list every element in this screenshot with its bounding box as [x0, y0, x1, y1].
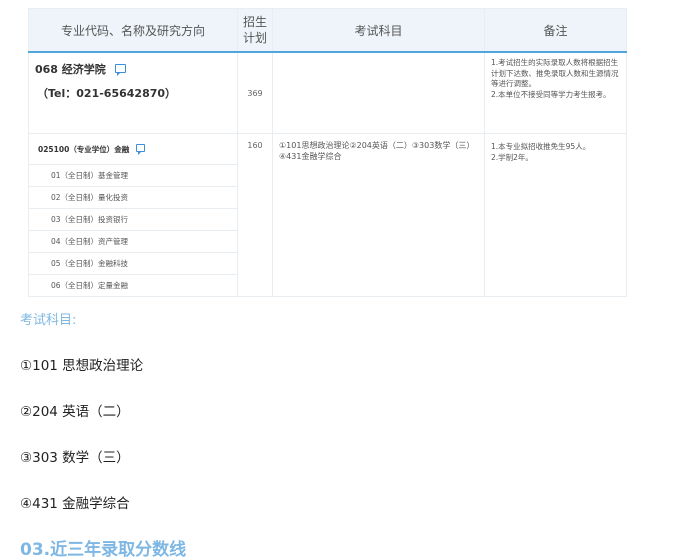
exam-subjects-label: 考试科目: [20, 313, 77, 328]
direction-item: 03（全日制）投资银行 [29, 209, 237, 231]
direction-item: 05（全日制）金融科技 [29, 253, 237, 275]
major-subjects-line2: ④431金融学综合 [279, 152, 342, 161]
dept-cell: 068 经济学院 （Tel：021-65642870） [28, 51, 238, 134]
major-subjects-line1: ①101思想政治理论②204英语（二）③303数学（三） [279, 141, 475, 150]
major-note-1: 1.本专业拟招收推免生95人。 [491, 142, 591, 151]
major-plan: 160 [237, 133, 273, 297]
dept-name-row: 068 经济学院 [35, 61, 237, 77]
header-subjects: 考试科目 [272, 8, 485, 53]
header-plan-line2: 计划 [242, 31, 267, 45]
chat-bubble-icon[interactable] [114, 63, 126, 76]
exam-item: ②204 英语（二） [20, 404, 130, 420]
table-row-dept: 068 经济学院 （Tel：021-65642870） 369 1.考试招生的实… [28, 51, 627, 134]
dept-notes: 1.考试招生的实际录取人数将根据招生计划下达数、推免录取人数和生源情况等进行调整… [484, 51, 627, 134]
table-header-row: 专业代码、名称及研究方向 招生 计划 考试科目 备注 [28, 8, 627, 53]
exam-item: ③303 数学（三） [20, 450, 130, 466]
major-notes: 1.本专业拟招收推免生95人。 2.学制2年。 [484, 133, 627, 297]
dept-note-2: 2.本单位不接受同等学力考生报考。 [491, 89, 611, 99]
direction-item: 02（全日制）量化投资 [29, 187, 237, 209]
dept-note-1: 1.考试招生的实际录取人数将根据招生计划下达数、推免录取人数和生源情况等进行调整… [491, 58, 619, 88]
header-plan-line1: 招生 [242, 15, 267, 29]
direction-item: 04（全日制）资产管理 [29, 231, 237, 253]
direction-item: 06（全日制）定量金融 [51, 281, 129, 290]
header-plan: 招生 计划 [237, 8, 273, 53]
dept-name: 068 经济学院 [35, 63, 106, 76]
major-subjects: ①101思想政治理论②204英语（二）③303数学（三） ④431金融学综合 [272, 133, 485, 297]
header-major: 专业代码、名称及研究方向 [28, 8, 238, 53]
chat-bubble-icon[interactable] [136, 144, 146, 155]
section-title: 03.近三年录取分数线 [20, 540, 187, 560]
direction-item: 01（全日制）基金管理 [29, 165, 237, 187]
dept-subjects-empty [272, 51, 485, 134]
major-note-2: 2.学制2年。 [491, 153, 533, 162]
exam-item: ④431 金融学综合 [20, 496, 130, 512]
dept-plan: 369 [237, 51, 273, 134]
major-name-row: 025100（专业学位）金融 [29, 134, 237, 165]
dept-tel: （Tel：021-65642870） [37, 87, 177, 100]
exam-item: ①101 思想政治理论 [20, 358, 144, 374]
header-notes: 备注 [484, 8, 627, 53]
table-row-major: 025100（专业学位）金融 01（全日制）基金管理 02（全日制）量化投资 0… [28, 133, 627, 297]
major-cell: 025100（专业学位）金融 01（全日制）基金管理 02（全日制）量化投资 0… [28, 133, 238, 297]
major-name: 025100（专业学位）金融 [38, 144, 130, 154]
admissions-table: 专业代码、名称及研究方向 招生 计划 考试科目 备注 068 经济学院 （Tel… [28, 8, 627, 297]
